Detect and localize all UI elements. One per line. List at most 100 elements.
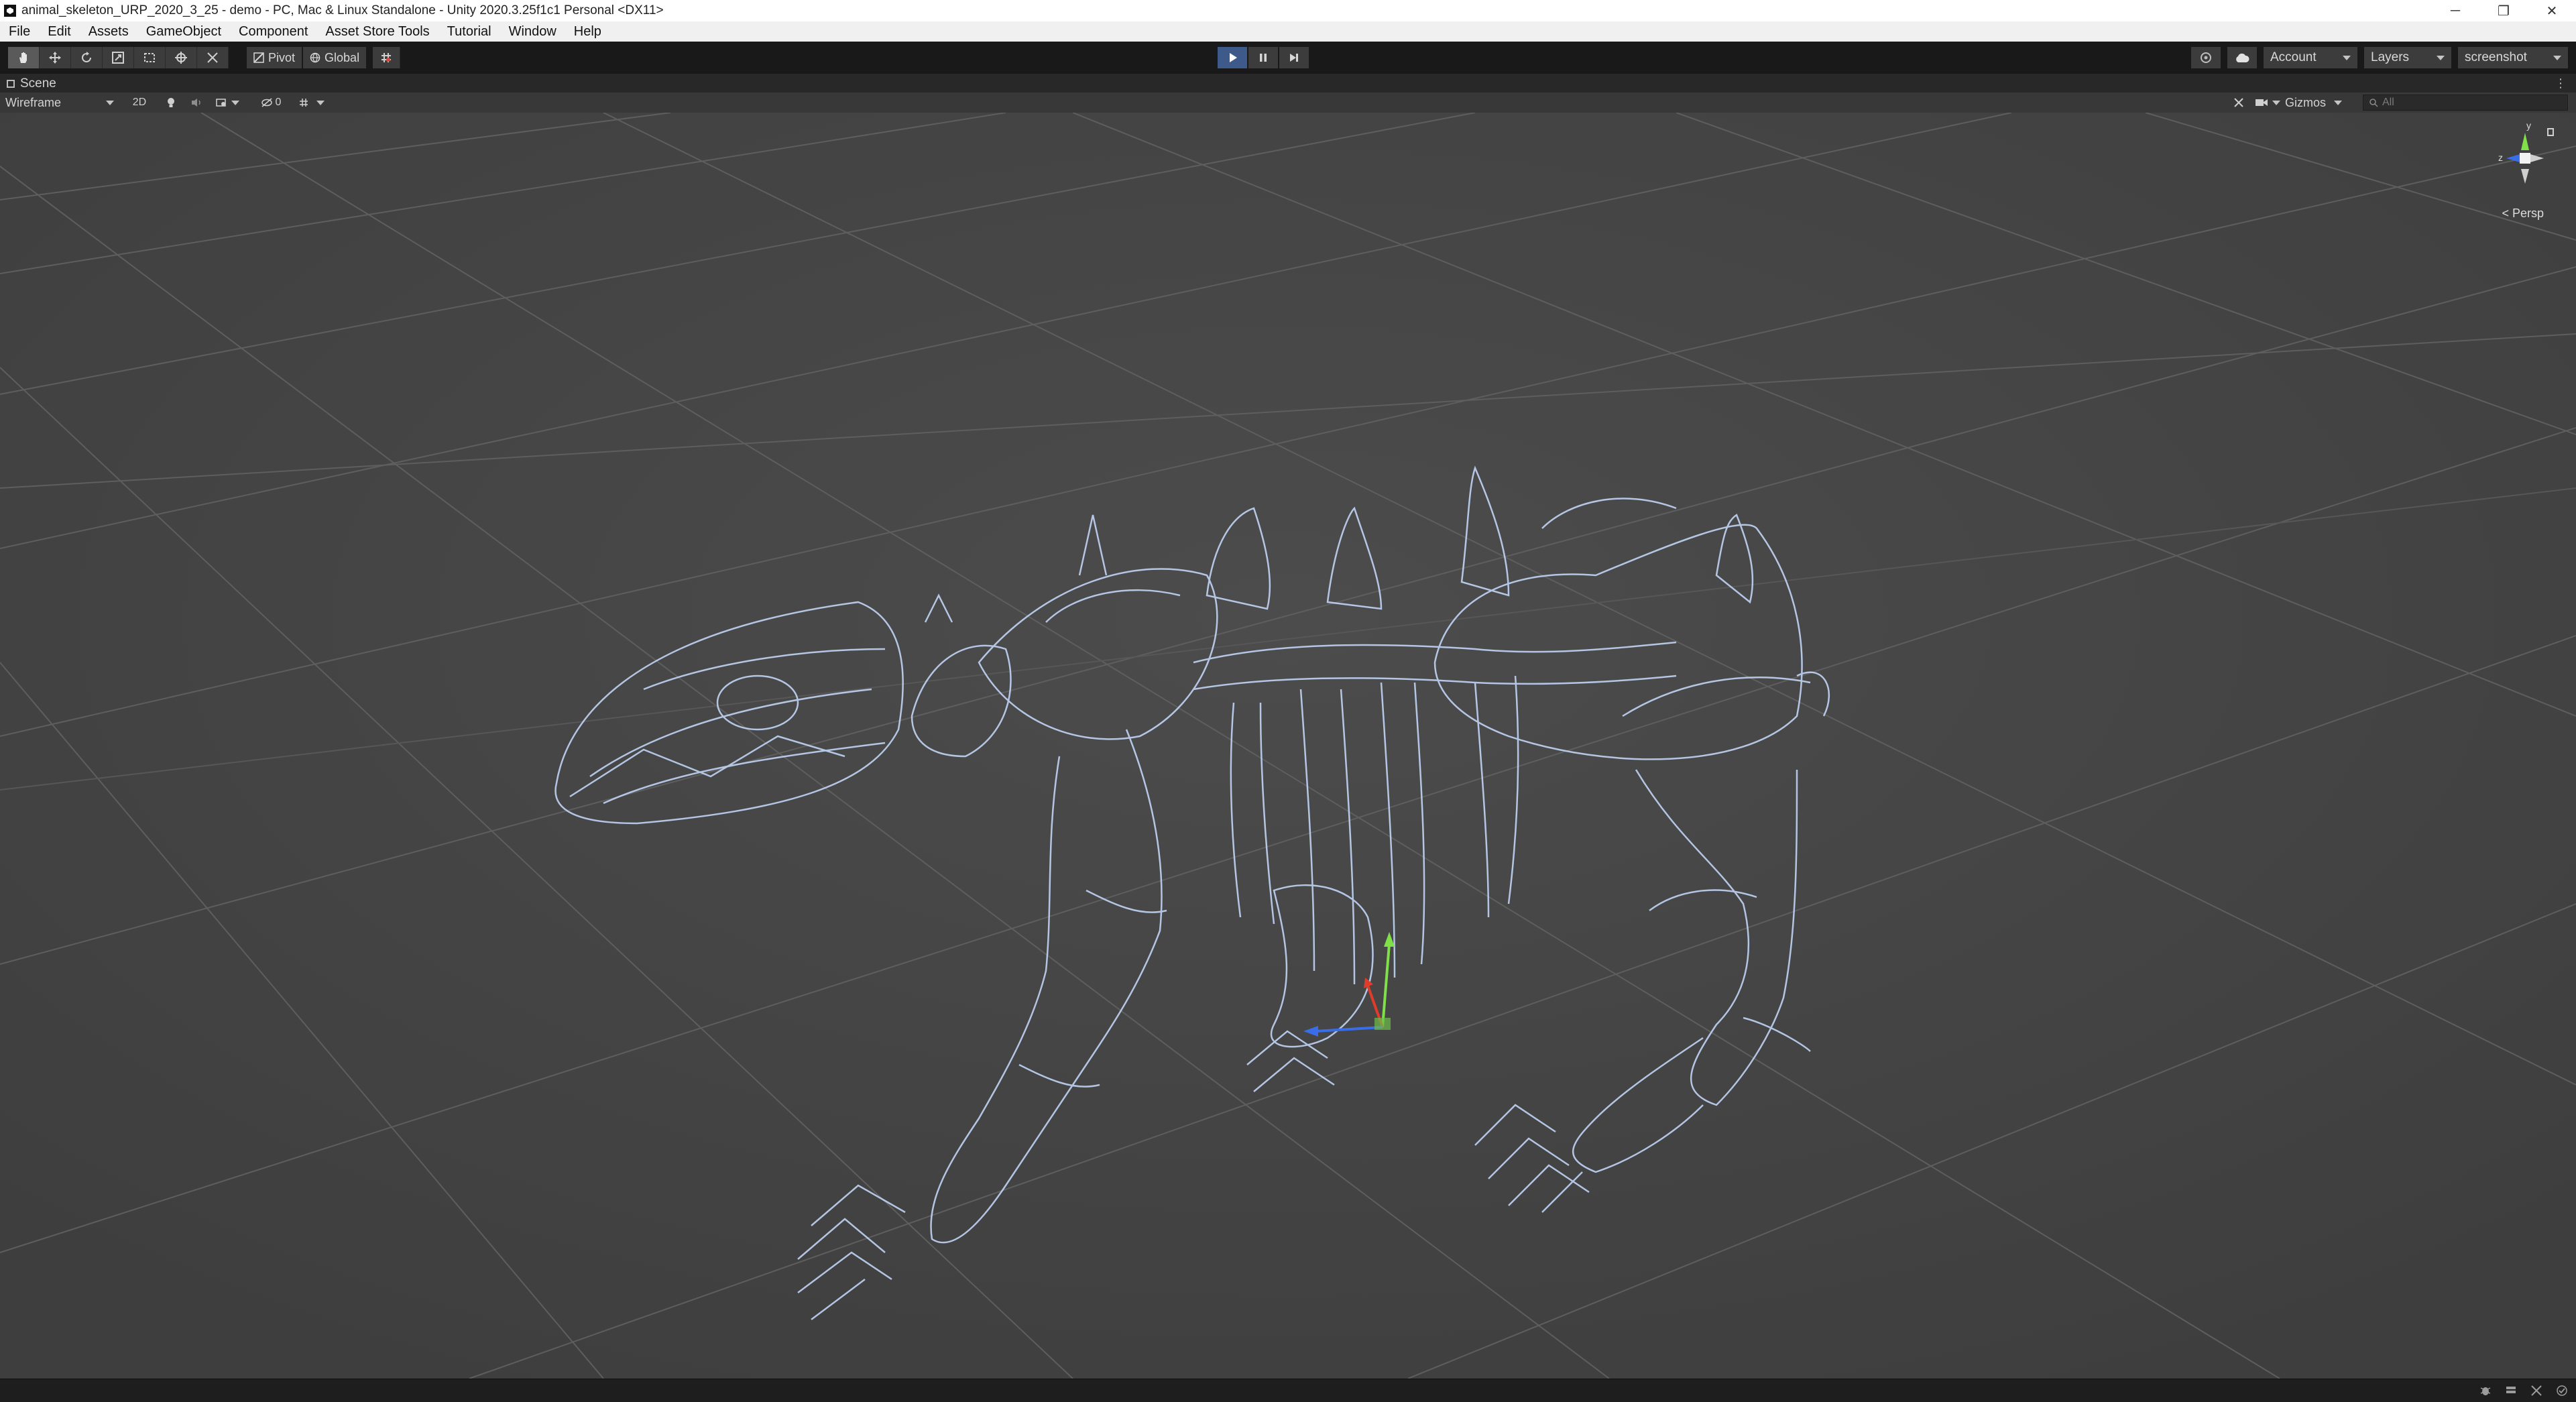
global-label: Global — [325, 50, 360, 64]
step-icon — [1290, 54, 1298, 62]
lighting-toggle[interactable] — [161, 95, 181, 111]
move-tool-button[interactable] — [40, 47, 71, 68]
rotate-tool-icon — [82, 52, 91, 62]
layout-dropdown[interactable]: screenshot — [2458, 47, 2568, 68]
crossed-tools-icon — [2234, 98, 2243, 107]
main-toolbar: Pivot Global Account Layers screenshot — [0, 42, 2576, 74]
camera-settings-dropdown[interactable] — [2253, 95, 2282, 111]
custom-tool-button[interactable] — [197, 47, 229, 68]
snap-grid-button[interactable] — [373, 47, 401, 68]
effects-dropdown[interactable] — [213, 95, 241, 111]
global-toggle[interactable]: Global — [303, 47, 367, 68]
more-options-icon[interactable]: ⋮ — [2555, 76, 2567, 91]
minimize-button[interactable]: ─ — [2431, 0, 2479, 21]
play-controls — [1218, 47, 1309, 68]
network-icon[interactable] — [2529, 1383, 2544, 1398]
pivot-icon — [253, 52, 264, 63]
draw-mode-label: Wireframe — [5, 95, 62, 109]
scene-tab-bar: Scene ⋮ — [0, 74, 2576, 93]
scale-tool-button[interactable] — [103, 47, 134, 68]
menu-gameobject[interactable]: GameObject — [137, 24, 230, 40]
grid-icon — [300, 99, 308, 107]
grid-settings-dropdown[interactable] — [292, 95, 330, 111]
account-tools: Account Layers screenshot — [2191, 47, 2568, 68]
gizmo-center-cube[interactable] — [2520, 153, 2530, 164]
eye-slash-icon — [261, 98, 272, 107]
scale-tool-icon — [112, 52, 124, 64]
effects-icon — [216, 99, 226, 107]
hidden-objects-toggle[interactable]: 0 — [255, 95, 287, 111]
scene-view-toolbar: Wireframe 2D 0 Gizmos All — [0, 93, 2576, 113]
axis-z-cone[interactable] — [2506, 154, 2520, 162]
window-title: animal_skeleton_URP_2020_3_25 - demo - P… — [21, 3, 664, 17]
rect-tool-icon — [144, 53, 155, 62]
check-icon[interactable] — [2555, 1383, 2569, 1398]
move-tool-icon — [49, 52, 61, 64]
toggle-2d-button[interactable]: 2D — [127, 95, 152, 111]
axis-z-label: z — [2498, 152, 2503, 163]
scene-grid-icon — [7, 80, 15, 88]
menu-file[interactable]: File — [0, 24, 39, 40]
restore-button[interactable]: ❐ — [2479, 0, 2528, 21]
menu-tutorial[interactable]: Tutorial — [438, 24, 500, 40]
tools-visibility-button[interactable] — [2230, 95, 2247, 111]
menu-component[interactable]: Component — [230, 24, 316, 40]
axis-x-neg-cone[interactable] — [2530, 154, 2544, 162]
transform-tool-button[interactable] — [166, 47, 197, 68]
scene-search-field[interactable]: All — [2363, 95, 2568, 111]
layout-label: screenshot — [2465, 50, 2527, 64]
menu-window[interactable]: Window — [500, 24, 565, 40]
search-icon — [2369, 99, 2378, 107]
draw-mode-dropdown[interactable]: Wireframe — [3, 95, 117, 111]
rotate-tool-button[interactable] — [71, 47, 103, 68]
scene-tab-label: Scene — [20, 76, 56, 91]
menu-help[interactable]: Help — [565, 24, 610, 40]
axis-y-cone[interactable] — [2521, 133, 2529, 150]
hand-tool-button[interactable] — [8, 47, 40, 68]
custom-tool-icon — [207, 52, 218, 63]
menu-edit[interactable]: Edit — [39, 24, 79, 40]
menu-bar: File Edit Assets GameObject Component As… — [0, 21, 2576, 42]
layers-label: Layers — [2371, 50, 2410, 64]
scene-render — [0, 113, 2576, 1379]
cloud-icon — [2236, 53, 2249, 62]
axis-y-neg-cone[interactable] — [2521, 169, 2529, 184]
chevron-down-icon — [106, 100, 114, 105]
account-dropdown[interactable]: Account — [2264, 47, 2357, 68]
transform-tools — [8, 47, 229, 68]
audio-toggle[interactable] — [186, 95, 207, 111]
chevron-down-icon — [231, 100, 239, 105]
chevron-down-icon — [316, 100, 325, 105]
perspective-label[interactable]: < Persp — [2502, 207, 2544, 221]
lock-icon[interactable] — [2547, 128, 2554, 136]
chevron-down-icon — [2343, 55, 2351, 60]
pause-icon — [1260, 54, 1267, 62]
layers-status-icon[interactable] — [2504, 1383, 2518, 1398]
bug-icon[interactable] — [2478, 1383, 2493, 1398]
pause-button[interactable] — [1248, 47, 1278, 68]
step-button[interactable] — [1279, 47, 1309, 68]
menu-asset-store-tools[interactable]: Asset Store Tools — [316, 24, 438, 40]
camera-icon — [2256, 99, 2268, 106]
unity-logo-icon — [4, 5, 16, 17]
gizmos-dropdown[interactable]: Gizmos — [2285, 95, 2343, 111]
menu-assets[interactable]: Assets — [80, 24, 137, 40]
tab-scene[interactable]: Scene — [7, 75, 56, 93]
layers-dropdown[interactable]: Layers — [2364, 47, 2451, 68]
rect-tool-button[interactable] — [134, 47, 166, 68]
snap-grid-icon — [382, 53, 392, 62]
play-button[interactable] — [1218, 47, 1247, 68]
services-button[interactable] — [2191, 47, 2221, 68]
handle-toggles: Pivot Global — [247, 47, 401, 68]
status-bar — [0, 1379, 2576, 1402]
scene-viewport[interactable]: y z < Persp — [0, 113, 2576, 1379]
cloud-button[interactable] — [2227, 47, 2257, 68]
gizmos-label: Gizmos — [2285, 95, 2327, 109]
chevron-down-icon — [2272, 100, 2280, 105]
account-label: Account — [2270, 50, 2317, 64]
title-bar: animal_skeleton_URP_2020_3_25 - demo - P… — [0, 0, 2576, 21]
close-button[interactable]: ✕ — [2528, 0, 2576, 21]
axis-y-label: y — [2526, 120, 2531, 131]
speaker-icon — [192, 99, 200, 107]
pivot-toggle[interactable]: Pivot — [247, 47, 302, 68]
